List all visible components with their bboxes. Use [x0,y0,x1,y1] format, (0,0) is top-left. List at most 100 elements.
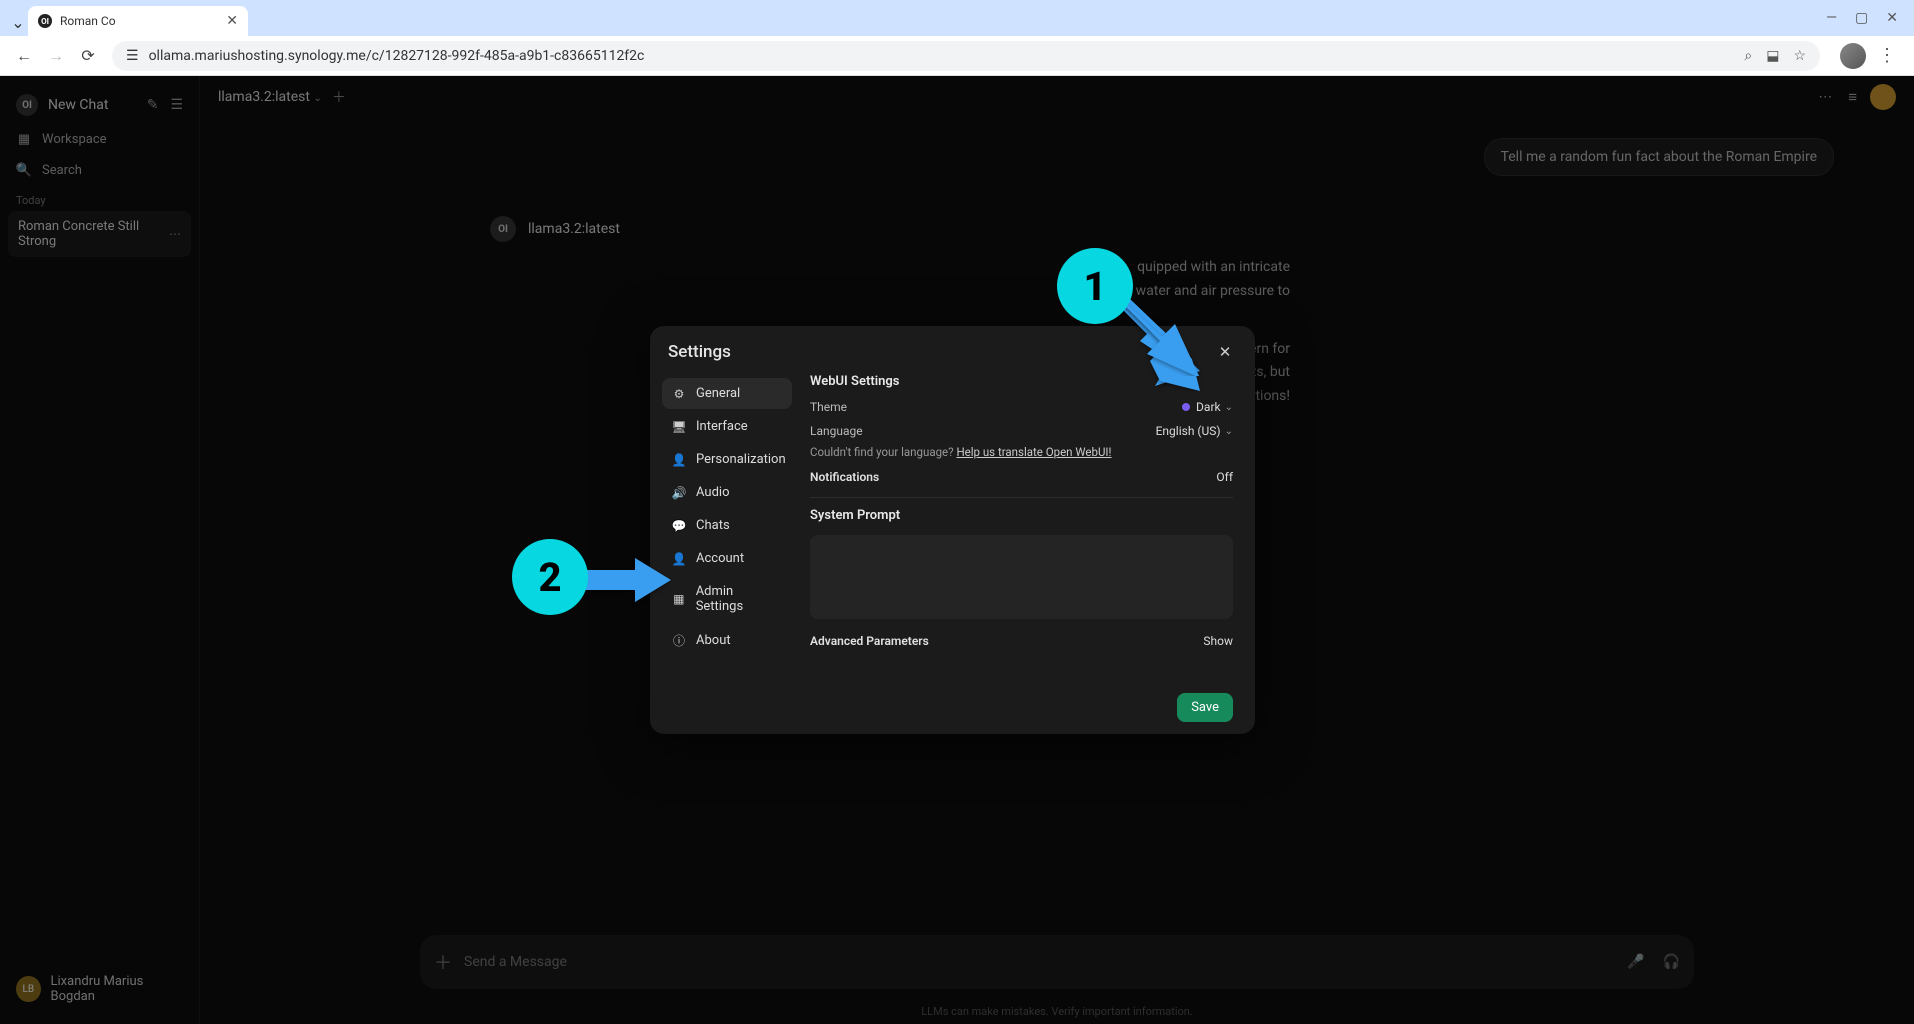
url-text: ollama.mariushosting.synology.me/c/12827… [149,48,645,64]
main-area: llama3.2:latest ⌄ ＋ ⋯ Tell me a random f… [200,76,1914,1024]
favicon-icon: OI [38,14,52,28]
settings-nav-audio[interactable]: 🔊Audio [662,477,792,508]
app-logo-icon: OI [16,94,38,116]
nav-label: Account [696,551,744,566]
nav-label: Admin Settings [696,584,782,614]
advanced-show-button[interactable]: Show [1203,634,1233,648]
footer-disclaimer: LLMs can make mistakes. Verify important… [200,1005,1914,1024]
site-tune-icon[interactable]: ☰ [126,48,139,64]
browser-menu-icon[interactable]: ⋮ [1870,45,1904,66]
model-name: llama3.2:latest [218,89,310,105]
window-close-icon[interactable]: ✕ [1886,10,1898,26]
nav-label: Interface [696,419,748,434]
window-minimize-icon[interactable]: — [1826,10,1837,26]
annotation-arrow-2 [585,556,675,606]
compose-icon[interactable]: ✎ [147,97,159,113]
language-select[interactable]: English (US) ⌄ [1156,424,1233,438]
search-icon: 🔍 [16,163,32,178]
headphones-icon[interactable]: 🎧 [1663,954,1680,970]
settings-content: WebUI Settings Theme Dark ⌄ Language Eng… [792,374,1243,722]
theme-color-dot [1182,403,1190,411]
settings-nav-chats[interactable]: 💬 Chats [662,510,792,541]
settings-nav: ⚙ General 🖥 Interface 👤 Personalization 🔊Au… [662,374,792,722]
monitor-icon: 🖥 [672,420,686,434]
settings-nav-admin[interactable]: ▦Admin Settings [662,576,792,622]
nav-label: About [696,633,731,648]
language-help: Couldn't find your language? Help us tra… [810,443,1233,465]
info-icon: ⓘ [672,632,686,649]
nav-label: General [696,386,740,401]
theme-setting: Theme Dark ⌄ [810,395,1233,419]
theme-label: Theme [810,400,847,414]
notifications-label: Notifications [810,470,879,484]
lang-help-prefix: Couldn't find your language? [810,445,956,459]
topbar-avatar[interactable] [1870,84,1896,110]
bookmark-icon[interactable]: ☆ [1793,48,1806,64]
model-selector[interactable]: llama3.2:latest ⌄ [218,89,322,105]
sidebar-toggle-icon[interactable]: ☰ [170,97,183,113]
speaker-icon: 🔊 [672,486,686,500]
user-name: Lixandru Marius Bogdan [51,974,183,1004]
nav-forward-button[interactable]: → [42,42,70,70]
modal-close-button[interactable]: ✕ [1213,340,1237,364]
sidebar: OI New Chat ✎ ☰ ▦ Workspace 🔍 Search Tod… [0,76,200,1024]
nav-reload-button[interactable]: ⟳ [74,42,102,70]
divider [810,497,1233,498]
sidebar-item-workspace[interactable]: ▦ Workspace [8,124,191,155]
sidebar-user[interactable]: LB Lixandru Marius Bogdan [8,964,191,1014]
url-actions: ⌕ ⬓ ☆ [1744,48,1806,64]
workspace-label: Workspace [42,132,107,147]
app-root: OI New Chat ✎ ☰ ▦ Workspace 🔍 Search Tod… [0,76,1914,1024]
add-model-button[interactable]: ＋ [332,87,346,107]
theme-value: Dark [1196,400,1221,414]
settings-nav-account[interactable]: 👤Account [662,543,792,574]
gear-icon: ⚙ [672,387,686,401]
tab-dropdown[interactable]: ⌄ [8,8,28,36]
url-bar: ← → ⟳ ☰ ollama.mariushosting.synology.me… [0,36,1914,76]
settings-nav-about[interactable]: ⓘ About [662,624,792,657]
new-chat-button[interactable]: OI New Chat ✎ ☰ [8,86,191,124]
language-setting: Language English (US) ⌄ [810,419,1233,443]
browser-tab[interactable]: OI Roman Co ✕ [28,6,248,36]
settings-nav-interface[interactable]: 🖥 Interface [662,411,792,442]
advanced-label: Advanced Parameters [810,634,929,648]
mic-icon[interactable]: 🎤 [1627,954,1644,970]
system-prompt-title: System Prompt [810,508,1233,523]
save-label: Save [1191,700,1219,715]
translate-link[interactable]: Help us translate Open WebUI! [956,445,1111,459]
chevron-down-icon: ⌄ [1225,426,1233,437]
chat-icon: 💬 [672,519,686,533]
attach-icon[interactable]: ＋ [434,949,452,975]
chat-history-item[interactable]: Roman Concrete Still Strong ⋯ [8,211,191,257]
system-prompt-input[interactable] [810,535,1233,619]
settings-nav-personalization[interactable]: 👤 Personalization [662,444,792,475]
chat-more-icon[interactable]: ⋯ [1818,89,1832,105]
notifications-toggle[interactable]: Off [1216,470,1233,484]
advanced-params-row: Advanced Parameters Show [810,629,1233,653]
notifications-setting: Notifications Off [810,465,1233,489]
person-icon: 👤 [672,453,686,467]
modal-title: Settings [668,342,731,362]
install-icon[interactable]: ⬓ [1766,48,1779,64]
sidebar-section-today: Today [8,186,191,211]
key-icon[interactable]: ⌕ [1744,48,1752,64]
assistant-name: llama3.2:latest [528,221,620,237]
theme-select[interactable]: Dark ⌄ [1182,400,1233,414]
browser-profile-avatar[interactable] [1840,43,1866,69]
nav-label: Chats [696,518,730,533]
workspace-icon: ▦ [16,132,32,147]
message-composer[interactable]: ＋ Send a Message 🎤 🎧 [420,935,1694,989]
sidebar-search[interactable]: 🔍 Search [8,155,191,186]
composer-placeholder: Send a Message [464,954,567,970]
nav-back-button[interactable]: ← [10,42,38,70]
assistant-avatar-icon: OI [490,216,516,242]
save-button[interactable]: Save [1177,693,1233,722]
window-maximize-icon[interactable]: ▢ [1855,10,1868,26]
nav-label: Personalization [696,452,786,467]
tab-close-icon[interactable]: ✕ [226,13,238,29]
chat-item-more-icon[interactable]: ⋯ [169,227,181,241]
chat-settings-icon[interactable] [1848,88,1854,106]
settings-nav-general[interactable]: ⚙ General [662,378,792,409]
url-input[interactable]: ☰ ollama.mariushosting.synology.me/c/128… [112,41,1820,71]
annotation-badge-2: 2 [512,539,588,615]
